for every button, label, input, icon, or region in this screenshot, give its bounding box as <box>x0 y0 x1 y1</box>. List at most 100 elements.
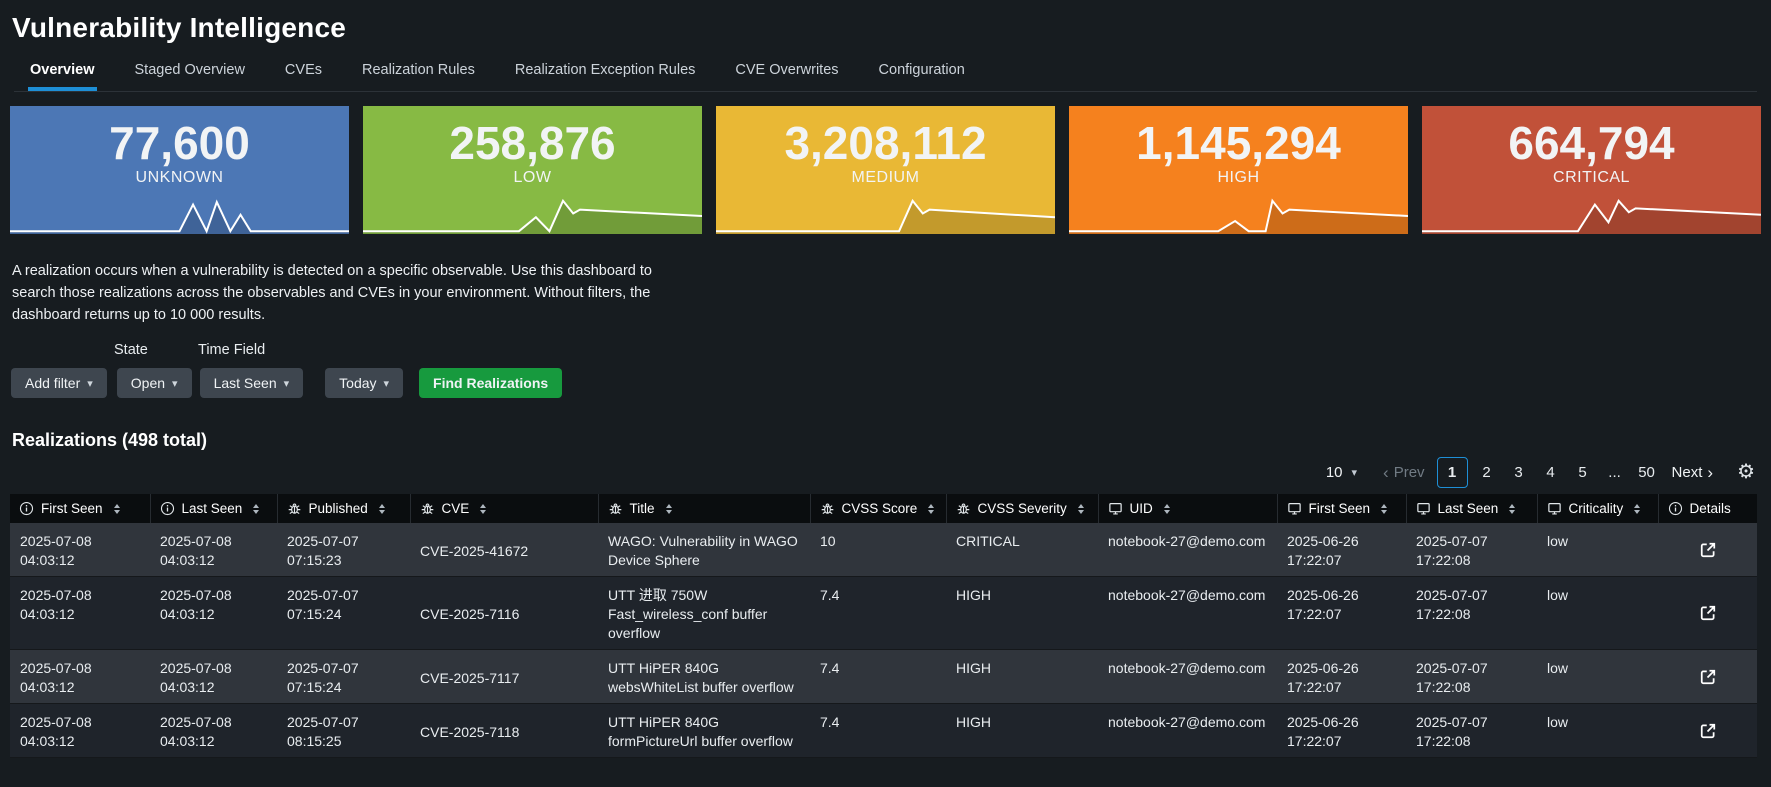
stat-card-unknown: 77,600 UNKNOWN <box>10 106 349 234</box>
column-label: Last Seen <box>1437 501 1499 516</box>
pager: ‹ Prev 1 2 3 4 5 ... 50 Next › <box>1377 456 1720 488</box>
tab-bar: Overview Staged Overview CVEs Realizatio… <box>14 56 1757 92</box>
cell-uid-first-seen: 2025-06-26 17:22:07 <box>1277 703 1406 758</box>
pagination-bar: 10 ▾ ‹ Prev 1 2 3 4 5 ... 50 Next › ⚙ <box>0 455 1755 489</box>
cell-published: 2025-07-07 08:15:25 <box>277 703 410 758</box>
cell-uid: notebook-27@demo.com <box>1098 523 1277 577</box>
column-label: Last Seen <box>181 501 243 516</box>
cell-cve: CVE-2025-7118 <box>410 703 598 758</box>
bug-icon <box>288 503 300 515</box>
time-field-dropdown[interactable]: Last Seen ▾ <box>199 368 304 398</box>
tab-configuration[interactable]: Configuration <box>877 56 967 91</box>
tab-realization-rules[interactable]: Realization Rules <box>360 56 477 91</box>
stat-card-low: 258,876 LOW <box>363 106 702 234</box>
column-label: First Seen <box>41 501 103 516</box>
page-number-1[interactable]: 1 <box>1436 456 1468 488</box>
cell-cvss-score: 7.4 <box>810 576 946 650</box>
column-header-cvss-severity[interactable]: CVSS Severity <box>946 494 1099 523</box>
tab-realization-exception-rules[interactable]: Realization Exception Rules <box>513 56 698 91</box>
severity-stat-cards: 77,600 UNKNOWN 258,876 LOW 3,208,112 MED… <box>10 106 1761 234</box>
table-row: 2025-07-08 04:03:12 2025-07-08 04:03:12 … <box>10 523 1757 577</box>
sort-icon[interactable] <box>253 503 260 514</box>
details-external-link-button[interactable] <box>1696 719 1720 743</box>
filter-buttons-row: Add filter ▾ Open ▾ Last Seen ▾ Today ▾ Find… <box>11 368 563 398</box>
bug-icon <box>421 503 433 515</box>
add-filter-dropdown[interactable]: Add filter ▾ <box>11 368 107 398</box>
find-realizations-button[interactable]: Find Realizations <box>419 368 563 398</box>
cell-last-seen: 2025-07-08 04:03:12 <box>150 576 277 650</box>
monitor-icon <box>1416 503 1430 515</box>
page-number-4[interactable]: 4 <box>1538 458 1564 486</box>
sort-icon[interactable] <box>1077 503 1084 514</box>
column-header-cvss-score[interactable]: CVSS Score <box>810 494 947 523</box>
sort-icon[interactable] <box>1381 503 1388 514</box>
chevron-left-icon: ‹ <box>1383 462 1389 482</box>
chevron-down-icon: ▾ <box>283 377 290 390</box>
details-external-link-button[interactable] <box>1696 538 1720 562</box>
column-header-uid-last-seen[interactable]: Last Seen <box>1406 494 1538 523</box>
cell-cvss-severity: HIGH <box>946 703 1098 758</box>
sparkline-chart <box>363 197 702 234</box>
state-dropdown[interactable]: Open ▾ <box>116 368 192 398</box>
page-number-5[interactable]: 5 <box>1570 458 1596 486</box>
details-external-link-button[interactable] <box>1696 665 1720 689</box>
sort-icon[interactable] <box>113 503 120 514</box>
cell-uid: notebook-27@demo.com <box>1098 703 1277 758</box>
cell-title: UTT HiPER 840G formPictureUrl buffer ove… <box>598 703 810 758</box>
cell-first-seen: 2025-07-08 04:03:12 <box>10 523 150 577</box>
column-header-criticality[interactable]: Criticality <box>1537 494 1659 523</box>
bug-icon <box>609 503 621 515</box>
column-header-first-seen[interactable]: First Seen <box>10 494 151 523</box>
page-number-3[interactable]: 3 <box>1506 458 1532 486</box>
details-external-link-button[interactable] <box>1696 601 1720 625</box>
chevron-right-icon: › <box>1707 462 1714 482</box>
stat-value: 1,145,294 <box>1136 117 1341 169</box>
tab-cves[interactable]: CVEs <box>283 56 324 91</box>
cell-uid-last-seen: 2025-07-07 17:22:08 <box>1406 523 1537 577</box>
external-link-icon <box>1700 723 1715 738</box>
page-size-dropdown[interactable]: 10 ▾ <box>1322 464 1361 481</box>
tab-cve-overwrites[interactable]: CVE Overwrites <box>733 56 840 91</box>
page-number-2[interactable]: 2 <box>1474 458 1500 486</box>
column-header-title[interactable]: Title <box>598 494 811 523</box>
cell-first-seen: 2025-07-08 04:03:12 <box>10 703 150 758</box>
stat-label: HIGH <box>1217 169 1260 187</box>
sort-icon[interactable] <box>1163 503 1170 514</box>
cell-first-seen: 2025-07-08 04:03:12 <box>10 576 150 650</box>
prev-page-button[interactable]: ‹ Prev <box>1377 464 1431 481</box>
tab-overview[interactable]: Overview <box>28 56 97 91</box>
bug-icon <box>821 503 833 515</box>
column-label: First Seen <box>1308 501 1371 516</box>
sort-icon[interactable] <box>378 503 385 514</box>
column-header-last-seen[interactable]: Last Seen <box>150 494 278 523</box>
sort-icon[interactable] <box>1634 503 1641 514</box>
state-value: Open <box>130 375 166 391</box>
sparkline-chart <box>1422 197 1761 234</box>
tab-staged-overview[interactable]: Staged Overview <box>133 56 247 91</box>
table-settings-gear-icon[interactable]: ⚙ <box>1737 462 1755 482</box>
next-page-button[interactable]: Next › <box>1666 464 1720 481</box>
sparkline-chart <box>716 197 1055 234</box>
column-label: Title <box>629 501 655 516</box>
chevron-down-icon: ▾ <box>383 377 390 390</box>
sort-icon[interactable] <box>480 503 487 514</box>
sort-icon[interactable] <box>665 503 672 514</box>
column-header-uid[interactable]: UID <box>1098 494 1278 523</box>
column-header-details: Details <box>1658 494 1757 523</box>
column-header-uid-first-seen[interactable]: First Seen <box>1277 494 1407 523</box>
column-header-published[interactable]: Published <box>277 494 411 523</box>
column-header-cve[interactable]: CVE <box>410 494 599 523</box>
table-row: 2025-07-08 04:03:12 2025-07-08 04:03:12 … <box>10 703 1757 758</box>
dashboard-description: A realization occurs when a vulnerabilit… <box>12 263 652 323</box>
page-number-50[interactable]: 50 <box>1634 458 1660 486</box>
state-filter-label: State <box>114 342 148 358</box>
sort-icon[interactable] <box>928 503 935 514</box>
cell-cvss-severity: CRITICAL <box>946 523 1098 577</box>
time-range-dropdown[interactable]: Today ▾ <box>325 368 404 398</box>
cell-uid-first-seen: 2025-06-26 17:22:07 <box>1277 523 1406 577</box>
cell-cvss-score: 10 <box>810 523 946 577</box>
page-ellipsis: ... <box>1608 463 1621 481</box>
column-label: Published <box>308 501 368 516</box>
cell-published: 2025-07-07 07:15:24 <box>277 649 410 704</box>
sort-icon[interactable] <box>1509 503 1516 514</box>
